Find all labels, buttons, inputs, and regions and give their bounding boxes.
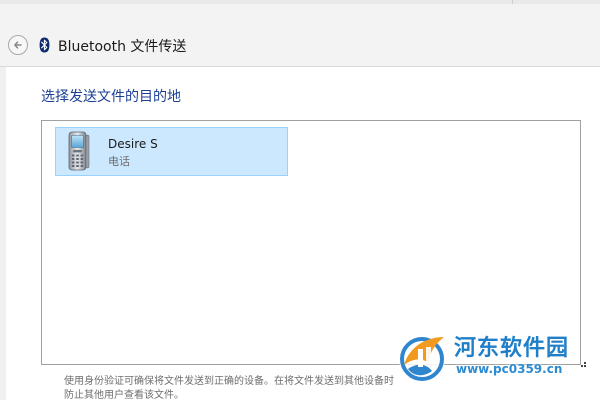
page-heading: 选择发送文件的目的地	[41, 89, 181, 105]
bluetooth-icon	[39, 37, 50, 53]
watermark: 河东软件园 www.pc0359.cn	[394, 326, 594, 388]
device-type: 电话	[108, 155, 130, 168]
watermark-url: www.pc0359.cn	[456, 362, 563, 376]
bluetooth-file-transfer-window: Bluetooth 文件传送 选择发送文件的目的地 Desire S 电话 使用…	[0, 0, 600, 401]
device-item-desire-s[interactable]: Desire S 电话	[55, 127, 288, 176]
window-title: Bluetooth 文件传送	[58, 39, 187, 55]
back-button[interactable]	[8, 35, 28, 55]
info-line-2: 防止其他用户查看该文件。	[64, 390, 184, 401]
back-arrow-icon	[14, 41, 22, 49]
watermark-logo-icon	[399, 336, 445, 382]
watermark-name: 河东软件园	[454, 335, 570, 361]
device-name: Desire S	[108, 137, 158, 151]
mobile-phone-icon	[68, 131, 90, 171]
